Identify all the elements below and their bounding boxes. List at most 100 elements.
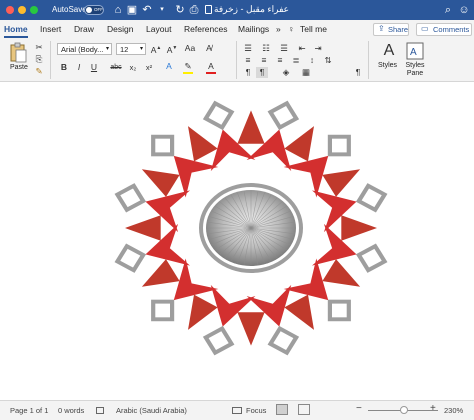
bullets-icon[interactable]: ☰ bbox=[242, 43, 254, 54]
share-button[interactable]: ⇪ Share bbox=[373, 23, 409, 36]
grow-font-icon[interactable]: A▲ bbox=[150, 43, 162, 56]
home-icon[interactable]: ⌂ bbox=[112, 3, 124, 17]
red-triangle bbox=[322, 169, 361, 197]
tab-layout[interactable]: Layout bbox=[146, 24, 172, 34]
tab-draw[interactable]: Draw bbox=[74, 24, 94, 34]
ribbon-separator bbox=[368, 41, 369, 79]
align-center-icon[interactable]: ≡ bbox=[258, 55, 270, 66]
web-layout-view-button[interactable] bbox=[298, 404, 310, 415]
cut-icon[interactable]: ✂ bbox=[34, 42, 44, 53]
language-indicator[interactable]: Arabic (Saudi Arabia) bbox=[116, 406, 187, 415]
font-name-select[interactable]: Arial (Body... ▾ bbox=[57, 43, 112, 55]
shrink-font-icon[interactable]: A▼ bbox=[166, 43, 178, 56]
more-tabs-chevron[interactable]: » bbox=[276, 24, 281, 34]
tab-references[interactable]: References bbox=[184, 24, 227, 34]
copy-icon[interactable]: ⎘ bbox=[34, 54, 44, 65]
redo-icon[interactable]: ↻ bbox=[174, 3, 186, 17]
red-triangle bbox=[141, 259, 180, 287]
superscript-button[interactable]: x² bbox=[143, 62, 155, 73]
numbering-icon[interactable]: ☷ bbox=[260, 43, 272, 54]
shading-icon[interactable]: ◈ bbox=[280, 67, 292, 78]
proofing-icon[interactable] bbox=[96, 407, 104, 414]
highlight-color-bar bbox=[183, 72, 193, 74]
rtl-direction-icon[interactable]: ¶ bbox=[256, 67, 268, 78]
print-layout-view-button[interactable] bbox=[276, 404, 288, 415]
tab-home[interactable]: Home bbox=[4, 24, 28, 34]
bold-button[interactable]: B bbox=[59, 62, 69, 73]
gray-square-outline bbox=[151, 299, 175, 322]
gray-square-outline bbox=[114, 183, 147, 213]
align-right-icon[interactable]: ≡ bbox=[274, 55, 286, 66]
zoom-out-button[interactable]: − bbox=[356, 403, 362, 414]
tell-me-search[interactable]: Tell me bbox=[300, 24, 327, 34]
gray-square-outline bbox=[202, 100, 235, 131]
multilevel-list-icon[interactable]: ☰ bbox=[278, 43, 290, 54]
zoom-in-button[interactable]: + bbox=[430, 403, 436, 414]
red-triangle bbox=[188, 126, 218, 162]
account-icon[interactable]: ☺ bbox=[458, 3, 470, 17]
subscript-button[interactable]: x₂ bbox=[127, 62, 139, 73]
gray-square-outline bbox=[355, 243, 388, 273]
zoom-level[interactable]: 230% bbox=[444, 406, 463, 415]
tab-insert[interactable]: Insert bbox=[40, 24, 61, 34]
font-size-select[interactable]: 12 ▾ bbox=[116, 43, 146, 55]
ribbon-separator bbox=[50, 41, 51, 79]
save-icon[interactable]: ▣ bbox=[126, 3, 138, 17]
gray-square-outline bbox=[327, 299, 351, 322]
clear-formatting-icon[interactable]: A̸ bbox=[203, 43, 215, 54]
gray-square-outline bbox=[327, 134, 351, 157]
document-page[interactable] bbox=[0, 82, 474, 400]
format-painter-icon[interactable]: ✎ bbox=[34, 66, 44, 77]
align-left-icon[interactable]: ≡ bbox=[242, 55, 254, 66]
focus-label[interactable]: Focus bbox=[246, 406, 266, 415]
borders-icon[interactable]: ▦ bbox=[300, 67, 312, 78]
minimize-window-button[interactable] bbox=[18, 6, 26, 14]
highlight-icon[interactable]: ✎ bbox=[181, 61, 195, 72]
autosave-state: OFF bbox=[94, 7, 103, 12]
gray-square-outline bbox=[355, 183, 388, 213]
red-triangle bbox=[237, 312, 265, 346]
close-window-button[interactable] bbox=[6, 6, 14, 14]
svg-text:A: A bbox=[410, 47, 417, 58]
share-icon: ⇪ bbox=[378, 24, 385, 33]
zoom-slider-thumb[interactable] bbox=[400, 406, 408, 414]
line-spacing-icon[interactable]: ↕ bbox=[306, 55, 318, 66]
red-triangle bbox=[284, 294, 314, 330]
increase-indent-icon[interactable]: ⇥ bbox=[312, 43, 324, 54]
print-icon[interactable]: ⎙ bbox=[188, 3, 200, 17]
italic-button[interactable]: I bbox=[74, 62, 84, 73]
page-count[interactable]: Page 1 of 1 bbox=[10, 406, 48, 415]
paste-icon[interactable] bbox=[8, 42, 28, 64]
word-count[interactable]: 0 words bbox=[58, 406, 84, 415]
gray-square-outline bbox=[202, 325, 235, 356]
share-label: Share bbox=[388, 25, 409, 34]
styles-icon[interactable]: A bbox=[378, 42, 400, 60]
gray-square-outline bbox=[267, 100, 300, 131]
autosave-toggle-knob bbox=[86, 7, 92, 13]
tab-design[interactable]: Design bbox=[107, 24, 133, 34]
justify-icon[interactable]: ≣ bbox=[290, 55, 302, 66]
autosave-toggle[interactable]: OFF bbox=[84, 5, 104, 15]
styles-pane-icon[interactable]: A bbox=[406, 42, 424, 60]
text-effects-icon[interactable]: A bbox=[162, 61, 176, 72]
red-triangle bbox=[141, 169, 180, 197]
strikethrough-button[interactable]: abc bbox=[108, 62, 124, 73]
decrease-indent-icon[interactable]: ⇤ bbox=[296, 43, 308, 54]
comments-button[interactable]: ▭ Comments bbox=[416, 23, 472, 36]
zoom-window-button[interactable] bbox=[30, 6, 38, 14]
undo-dropdown-icon[interactable]: ▾ bbox=[158, 3, 166, 17]
show-paragraph-marks-icon[interactable]: ¶ bbox=[352, 67, 364, 78]
search-icon[interactable]: ⌕ bbox=[442, 3, 454, 17]
ornament-drawing[interactable] bbox=[0, 82, 474, 400]
tab-mailings[interactable]: Mailings bbox=[238, 24, 269, 34]
sort-icon[interactable]: ⇅ bbox=[322, 55, 334, 66]
change-case-icon[interactable]: Aa bbox=[184, 43, 196, 54]
ltr-direction-icon[interactable]: ¶ bbox=[242, 67, 254, 78]
underline-button[interactable]: U bbox=[89, 62, 99, 73]
red-triangle bbox=[237, 110, 265, 144]
font-color-bar bbox=[206, 72, 216, 74]
focus-icon[interactable] bbox=[232, 407, 242, 414]
font-size-value: 12 bbox=[120, 45, 129, 54]
undo-icon[interactable]: ↶ bbox=[140, 3, 154, 17]
font-color-icon[interactable]: A bbox=[204, 61, 218, 72]
